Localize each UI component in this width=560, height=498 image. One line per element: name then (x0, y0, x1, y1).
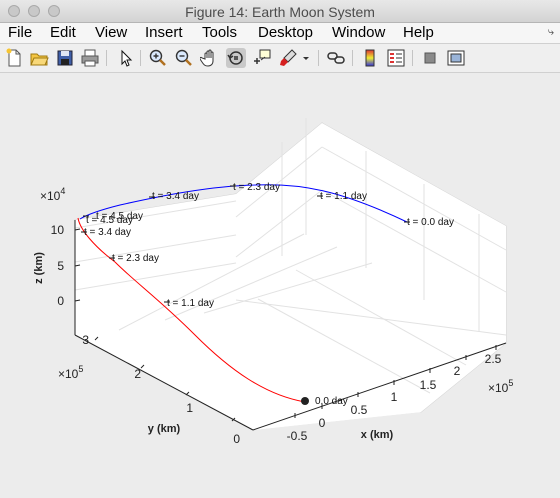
3d-axes[interactable]: 0 5 10 0 1 2 3 -0.5 0 0.5 1 1.5 2 2.5 ×1… (0, 73, 560, 493)
toolbar-separator (318, 50, 319, 66)
y-tick-label: 2 (134, 367, 141, 381)
moon-annotation: t = 2.3 day (233, 182, 280, 193)
link-plot-icon[interactable] (326, 48, 346, 68)
spacecraft-annotation: t = 1.1 day (167, 298, 214, 309)
hide-plot-tools-icon[interactable] (420, 48, 440, 68)
figure-toolbar (0, 44, 560, 73)
x-axis-label: x (km) (361, 429, 394, 441)
spacecraft-annotation: t = 3.4 day (84, 227, 131, 238)
y-tick-label: 0 (233, 432, 240, 446)
brush-dropdown-chevron-down-icon[interactable] (300, 48, 312, 68)
data-cursor-icon[interactable] (252, 48, 272, 68)
x-tick-label: 0 (319, 416, 326, 430)
toolbar-separator (352, 50, 353, 66)
print-figure-icon[interactable] (80, 48, 100, 68)
spacecraft-annotation: 0.0 day (315, 396, 348, 407)
z-tick-label: 10 (51, 223, 65, 237)
z-exponent-label: ×104 (40, 186, 65, 203)
show-plot-tools-icon[interactable] (446, 48, 466, 68)
menu-help[interactable]: Help (403, 24, 434, 41)
y-tick-label: 3 (82, 333, 89, 347)
toolbar-separator (412, 50, 413, 66)
spacecraft-annotation: t = 4.5 day (86, 215, 133, 226)
axes-fill (75, 123, 506, 430)
y-exponent-label: ×105 (58, 364, 83, 381)
insert-colorbar-icon[interactable] (360, 48, 380, 68)
z-tick-label: 0 (57, 294, 64, 308)
window-title: Figure 14: Earth Moon System (185, 4, 375, 20)
menu-tools[interactable]: Tools (202, 24, 237, 41)
menu-insert[interactable]: Insert (145, 24, 183, 41)
zoom-out-icon[interactable] (174, 48, 194, 68)
earth-marker (301, 397, 309, 405)
moon-annotation: t = 3.4 day (152, 191, 199, 202)
x-tick-label: -0.5 (287, 429, 308, 443)
menu-file[interactable]: File (8, 24, 32, 41)
title-bar: Figure 14: Earth Moon System (0, 0, 560, 23)
save-figure-icon[interactable] (55, 48, 75, 68)
figure-window: Figure 14: Earth Moon System File Edit V… (0, 0, 560, 493)
menu-view[interactable]: View (95, 24, 127, 41)
plot-area[interactable]: 0 5 10 0 1 2 3 -0.5 0 0.5 1 1.5 2 2.5 ×1… (0, 73, 560, 493)
rotate-3d-icon[interactable] (226, 48, 246, 68)
menu-desktop[interactable]: Desktop (258, 24, 313, 41)
z-axis-label: z (km) (33, 252, 45, 284)
moon-annotation: t = 1.1 day (320, 191, 367, 202)
new-figure-icon[interactable] (4, 48, 24, 68)
insert-legend-icon[interactable] (386, 48, 406, 68)
pan-hand-icon[interactable] (200, 48, 220, 68)
x-exponent-label: ×105 (488, 378, 513, 395)
y-tick-label: 1 (186, 401, 193, 415)
menu-overflow-icon[interactable]: ⤷ (548, 26, 554, 39)
menu-window[interactable]: Window (332, 24, 385, 41)
x-tick-label: 2 (454, 364, 461, 378)
zoom-in-icon[interactable] (148, 48, 168, 68)
x-tick-label: 2.5 (485, 352, 502, 366)
open-file-icon[interactable] (29, 48, 49, 68)
y-axis-label: y (km) (148, 423, 181, 435)
toolbar-separator (106, 50, 107, 66)
x-tick-label: 1.5 (420, 378, 437, 392)
moon-annotation: t = 0.0 day (407, 217, 454, 228)
brush-icon[interactable] (278, 48, 298, 68)
menu-bar: File Edit View Insert Tools Desktop Wind… (0, 23, 560, 44)
x-tick-label: 1 (391, 390, 398, 404)
toolbar-separator (140, 50, 141, 66)
menu-edit[interactable]: Edit (50, 24, 76, 41)
z-tick-label: 5 (57, 259, 64, 273)
edit-plot-arrow-icon[interactable] (116, 48, 136, 68)
spacecraft-annotation: t = 2.3 day (112, 253, 159, 264)
x-tick-label: 0.5 (351, 403, 368, 417)
